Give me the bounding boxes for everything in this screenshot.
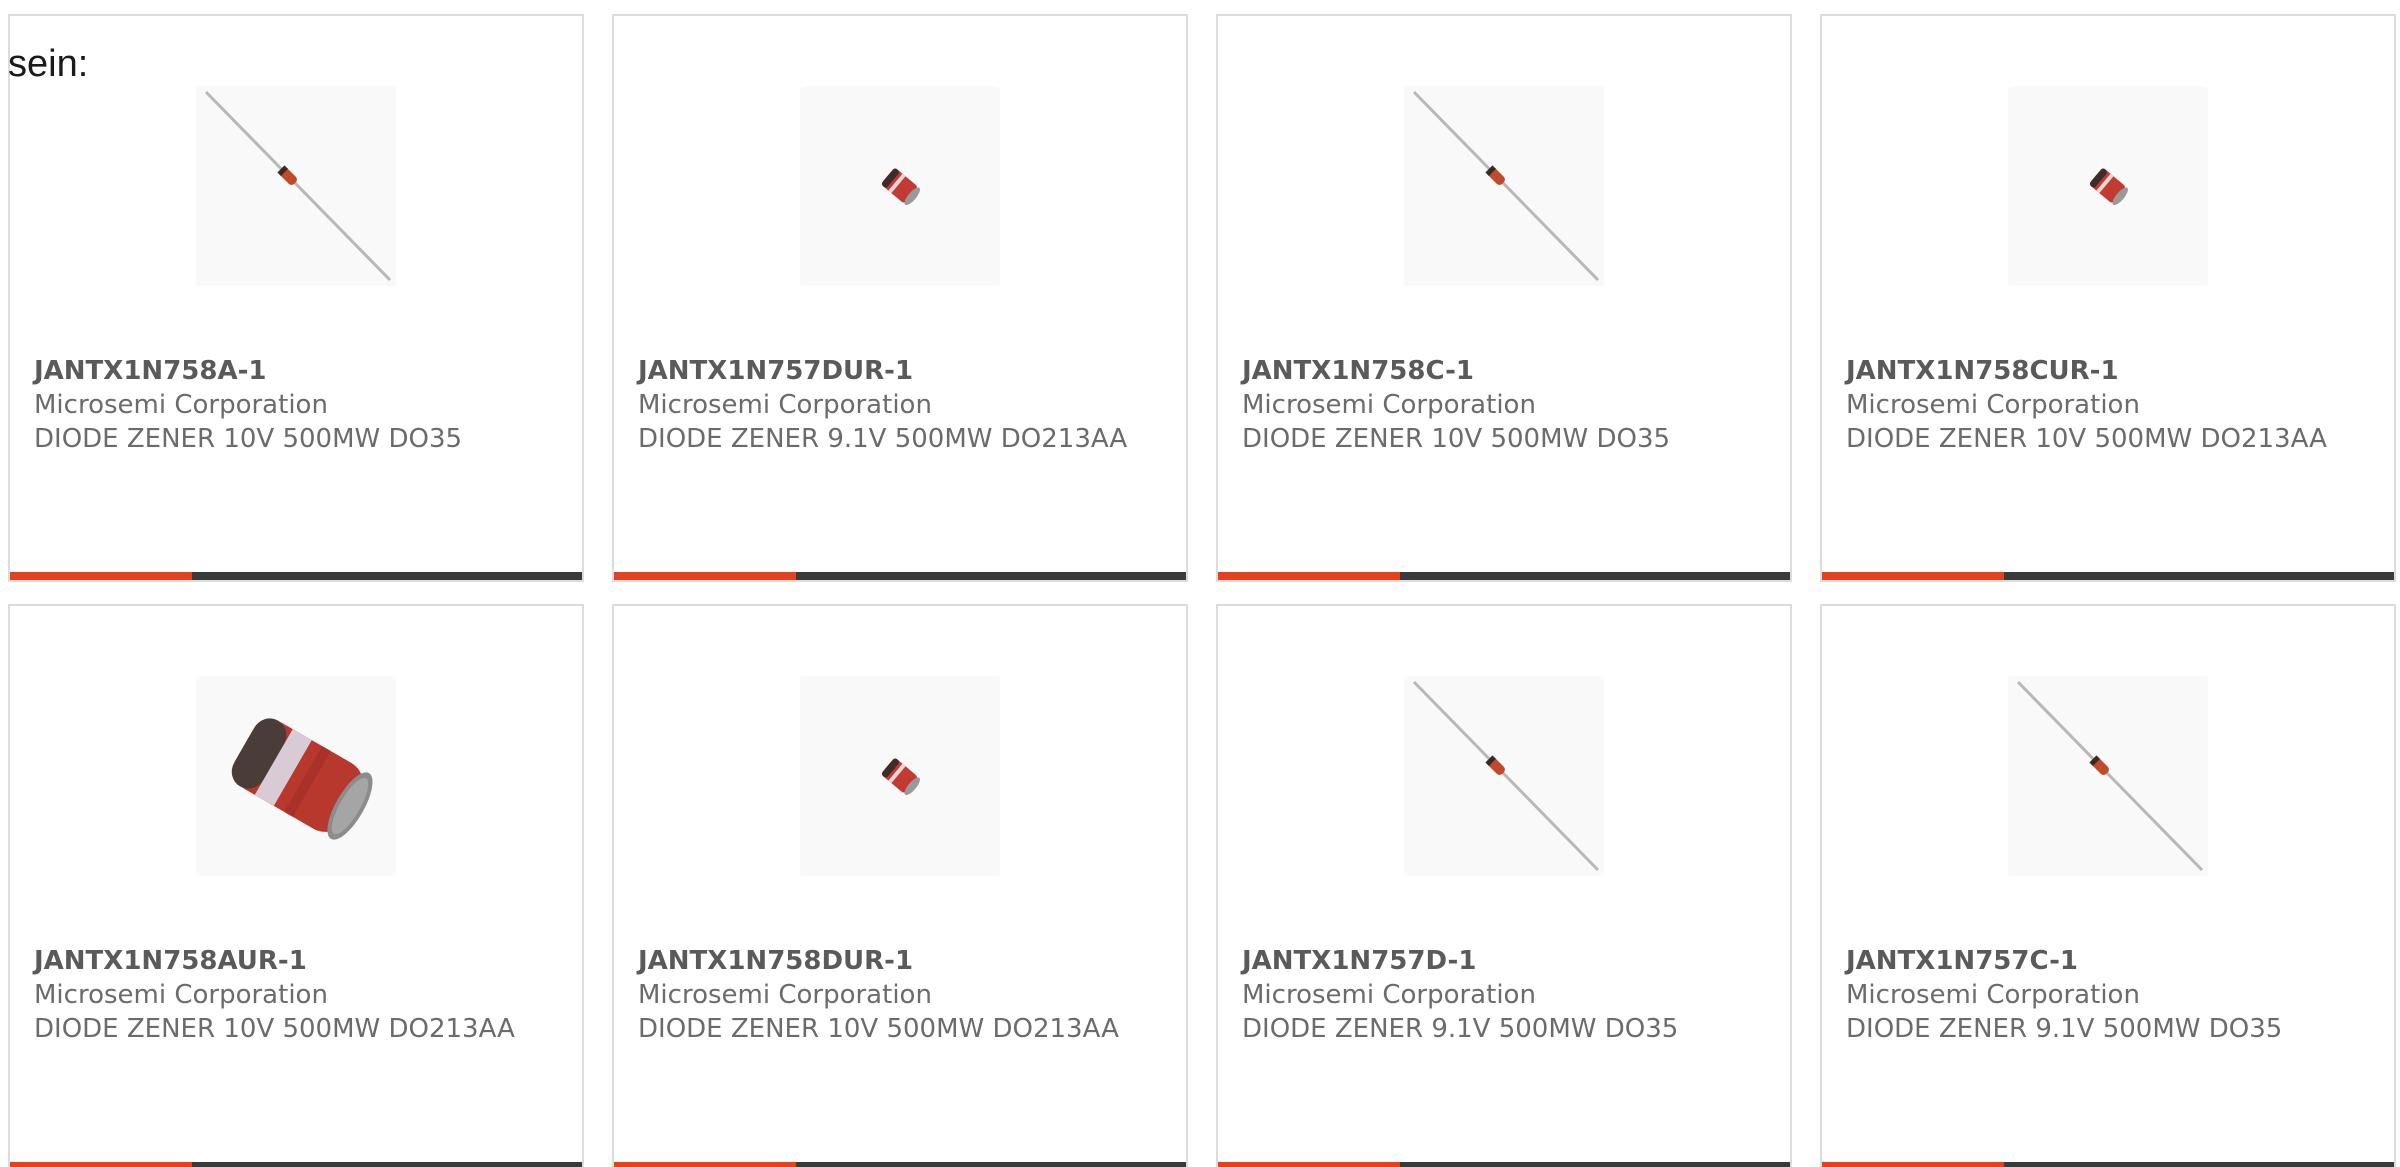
product-card[interactable]: JANTX1N757D-1 Microsemi Corporation DIOD… [1216, 604, 1792, 1167]
product-info: JANTX1N758A-1 Microsemi Corporation DIOD… [34, 354, 562, 456]
card-bottom-bar [1822, 572, 2394, 580]
melf-diode-small-icon [2089, 168, 2128, 206]
melf-diode-small-icon [881, 758, 920, 796]
lead-text: sein: [8, 43, 89, 85]
description: DIODE ZENER 9.1V 500MW DO213AA [638, 424, 1128, 454]
part-number[interactable]: JANTX1N758A-1 [34, 354, 562, 388]
product-card[interactable]: JANTX1N758CUR-1 Microsemi Corporation DI… [1820, 14, 2396, 582]
axial-diode-icon [2016, 680, 2204, 872]
part-number[interactable]: JANTX1N758DUR-1 [638, 944, 1166, 978]
card-accent-bar [614, 572, 796, 580]
card-accent-bar [10, 572, 192, 580]
manufacturer: Microsemi Corporation [1242, 390, 1536, 420]
card-accent-bar [1218, 1162, 1400, 1167]
description: DIODE ZENER 10V 500MW DO213AA [638, 1014, 1119, 1044]
card-accent-bar [614, 1162, 796, 1167]
card-bottom-bar [1822, 1162, 2394, 1167]
card-bottom-bar [614, 572, 1186, 580]
product-results-page: sein: JANTX1N758A-1 Microsemi Corporatio… [0, 0, 2400, 1167]
product-card[interactable]: JANTX1N757DUR-1 Microsemi Corporation DI… [612, 14, 1188, 582]
product-image[interactable] [1404, 676, 1604, 876]
melf-diode-small-icon [881, 168, 920, 206]
manufacturer: Microsemi Corporation [34, 980, 328, 1010]
product-image[interactable] [800, 86, 1000, 286]
card-bottom-bar [1218, 572, 1790, 580]
card-bottom-bar [614, 1162, 1186, 1167]
part-number[interactable]: JANTX1N757D-1 [1242, 944, 1770, 978]
description: DIODE ZENER 10V 500MW DO213AA [1846, 424, 2327, 454]
product-card[interactable]: JANTX1N758A-1 Microsemi Corporation DIOD… [8, 14, 584, 582]
product-image[interactable] [1404, 86, 1604, 286]
card-accent-bar [1822, 572, 2004, 580]
manufacturer: Microsemi Corporation [1846, 980, 2140, 1010]
product-info: JANTX1N757D-1 Microsemi Corporation DIOD… [1242, 944, 1770, 1046]
card-accent-bar [1822, 1162, 2004, 1167]
product-info: JANTX1N757DUR-1 Microsemi Corporation DI… [638, 354, 1166, 456]
manufacturer: Microsemi Corporation [638, 980, 932, 1010]
card-bottom-bar [10, 1162, 582, 1167]
card-bottom-bar [1218, 1162, 1790, 1167]
card-bottom-bar [10, 572, 582, 580]
product-info: JANTX1N757C-1 Microsemi Corporation DIOD… [1846, 944, 2374, 1046]
product-info: JANTX1N758CUR-1 Microsemi Corporation DI… [1846, 354, 2374, 456]
product-image[interactable] [2008, 86, 2208, 286]
product-card[interactable]: JANTX1N757C-1 Microsemi Corporation DIOD… [1820, 604, 2396, 1167]
axial-diode-icon [1412, 90, 1600, 282]
description: DIODE ZENER 10V 500MW DO35 [34, 424, 463, 454]
card-accent-bar [10, 1162, 192, 1167]
manufacturer: Microsemi Corporation [1242, 980, 1536, 1010]
axial-diode-icon [1412, 680, 1600, 872]
description: DIODE ZENER 9.1V 500MW DO35 [1242, 1014, 1679, 1044]
product-image[interactable] [196, 86, 396, 286]
description: DIODE ZENER 10V 500MW DO35 [1242, 424, 1671, 454]
product-info: JANTX1N758DUR-1 Microsemi Corporation DI… [638, 944, 1166, 1046]
product-card[interactable]: JANTX1N758AUR-1 Microsemi Corporation DI… [8, 604, 584, 1167]
axial-diode-icon [204, 90, 392, 282]
part-number[interactable]: JANTX1N758AUR-1 [34, 944, 562, 978]
part-number[interactable]: JANTX1N757DUR-1 [638, 354, 1166, 388]
part-number[interactable]: JANTX1N758CUR-1 [1846, 354, 2374, 388]
product-image[interactable] [196, 676, 396, 876]
product-image[interactable] [800, 676, 1000, 876]
manufacturer: Microsemi Corporation [34, 390, 328, 420]
manufacturer: Microsemi Corporation [1846, 390, 2140, 420]
product-card[interactable]: JANTX1N758DUR-1 Microsemi Corporation DI… [612, 604, 1188, 1167]
melf-diode-large-icon [231, 718, 373, 840]
manufacturer: Microsemi Corporation [638, 390, 932, 420]
description: DIODE ZENER 9.1V 500MW DO35 [1846, 1014, 2283, 1044]
part-number[interactable]: JANTX1N757C-1 [1846, 944, 2374, 978]
part-number[interactable]: JANTX1N758C-1 [1242, 354, 1770, 388]
description: DIODE ZENER 10V 500MW DO213AA [34, 1014, 515, 1044]
product-image[interactable] [2008, 676, 2208, 876]
card-accent-bar [1218, 572, 1400, 580]
product-info: JANTX1N758C-1 Microsemi Corporation DIOD… [1242, 354, 1770, 456]
product-card[interactable]: JANTX1N758C-1 Microsemi Corporation DIOD… [1216, 14, 1792, 582]
product-info: JANTX1N758AUR-1 Microsemi Corporation DI… [34, 944, 562, 1046]
product-grid: JANTX1N758A-1 Microsemi Corporation DIOD… [0, 0, 2400, 1167]
